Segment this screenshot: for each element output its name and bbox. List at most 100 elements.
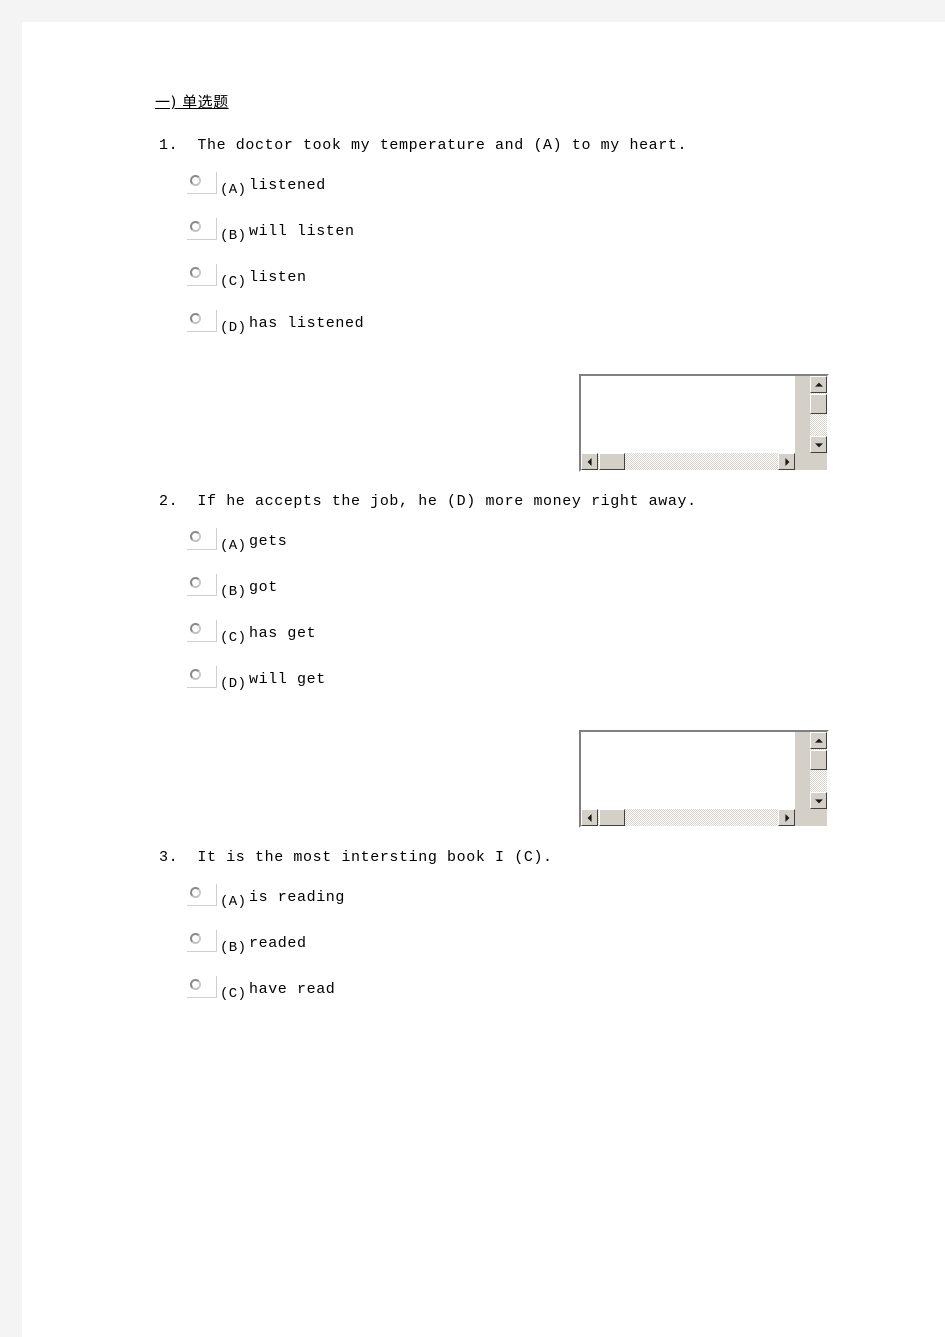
answer-textarea[interactable]: [581, 376, 795, 453]
radio-unchecked-icon[interactable]: [187, 218, 217, 240]
scroll-left-button[interactable]: [581, 809, 598, 826]
radio-unchecked-icon[interactable]: [187, 666, 217, 688]
question-1-option-a[interactable]: (A) listened: [187, 172, 915, 218]
radio-ring: [190, 313, 201, 324]
vertical-scrollbar-thumb[interactable]: [810, 750, 827, 770]
vertical-scrollbar[interactable]: [810, 376, 827, 453]
option-label: listened: [249, 177, 326, 194]
question-2-text: 2. If he accepts the job, he (D) more mo…: [159, 490, 915, 514]
scroll-up-button[interactable]: [810, 376, 827, 393]
triangle-down-icon: [814, 798, 823, 803]
question-3-option-c[interactable]: (C) have read: [187, 976, 915, 1022]
radio-ring: [190, 979, 201, 990]
triangle-down-icon: [814, 442, 823, 447]
option-label: has get: [249, 625, 317, 642]
option-letter: (A): [220, 538, 247, 554]
question-2-option-b[interactable]: (B) got: [187, 574, 915, 620]
question-1-text: 1. The doctor took my temperature and (A…: [159, 134, 915, 158]
option-label: has listened: [249, 315, 365, 332]
option-letter: (A): [220, 894, 247, 910]
question-3-number: 3.: [159, 849, 179, 866]
radio-ring: [190, 267, 201, 278]
question-3: 3. It is the most intersting book I (C).…: [155, 846, 915, 1022]
option-label: will get: [249, 671, 326, 688]
radio-ring: [190, 933, 201, 944]
radio-unchecked-icon[interactable]: [187, 574, 217, 596]
radio-unchecked-icon[interactable]: [187, 930, 217, 952]
question-1-option-b[interactable]: (B) will listen: [187, 218, 915, 264]
question-2-option-d[interactable]: (D) will get: [187, 666, 915, 712]
radio-unchecked-icon[interactable]: [187, 884, 217, 906]
triangle-up-icon: [814, 738, 823, 743]
triangle-up-icon: [814, 382, 823, 387]
answer-textarea-frame[interactable]: [579, 730, 829, 828]
horizontal-scrollbar[interactable]: [581, 453, 795, 470]
question-3-option-a[interactable]: (A) is reading: [187, 884, 915, 930]
option-letter: (B): [220, 584, 247, 600]
scrollbar-corner: [810, 453, 827, 470]
option-letter: (D): [220, 676, 247, 692]
question-3-options: (A) is reading (B) readed (C) have read: [155, 884, 915, 1022]
radio-ring: [190, 623, 201, 634]
exam-content: 一) 单选题 1. The doctor took my temperature…: [155, 92, 915, 1032]
scroll-up-button[interactable]: [810, 732, 827, 749]
radio-unchecked-icon[interactable]: [187, 172, 217, 194]
radio-unchecked-icon[interactable]: [187, 620, 217, 642]
question-2-option-a[interactable]: (A) gets: [187, 528, 915, 574]
option-letter: (D): [220, 320, 247, 336]
option-label: is reading: [249, 889, 346, 906]
answer-textarea-frame[interactable]: [579, 374, 829, 472]
radio-ring: [190, 577, 201, 588]
vertical-scrollbar[interactable]: [810, 732, 827, 809]
question-1: 1. The doctor took my temperature and (A…: [155, 134, 915, 476]
option-label: readed: [249, 935, 307, 952]
question-3-body: It is the most intersting book I (C).: [197, 849, 553, 866]
question-1-option-d[interactable]: (D) has listened: [187, 310, 915, 356]
page-outer-frame-top: [0, 0, 945, 22]
radio-ring: [190, 221, 201, 232]
question-2-body: If he accepts the job, he (D) more money…: [197, 493, 697, 510]
question-2: 2. If he accepts the job, he (D) more mo…: [155, 490, 915, 832]
page-outer-frame-left: [0, 0, 22, 1337]
radio-unchecked-icon[interactable]: [187, 264, 217, 286]
horizontal-scrollbar-thumb[interactable]: [599, 453, 625, 470]
question-1-option-c[interactable]: (C) listen: [187, 264, 915, 310]
radio-unchecked-icon[interactable]: [187, 310, 217, 332]
radio-unchecked-icon[interactable]: [187, 528, 217, 550]
option-label: got: [249, 579, 278, 596]
question-1-answer-area: [155, 374, 915, 476]
option-letter: (C): [220, 274, 247, 290]
vertical-scrollbar-thumb[interactable]: [810, 394, 827, 414]
triangle-left-icon: [587, 457, 592, 466]
horizontal-scrollbar-thumb[interactable]: [599, 809, 625, 826]
triangle-right-icon: [784, 813, 789, 822]
question-1-body: The doctor took my temperature and (A) t…: [197, 137, 688, 154]
section-title: 一) 单选题: [155, 93, 229, 111]
scroll-down-button[interactable]: [810, 436, 827, 453]
radio-unchecked-icon[interactable]: [187, 976, 217, 998]
document-page: 一) 单选题 1. The doctor took my temperature…: [22, 22, 945, 1337]
option-label: gets: [249, 533, 288, 550]
radio-ring: [190, 175, 201, 186]
radio-ring: [190, 531, 201, 542]
option-letter: (B): [220, 940, 247, 956]
question-1-options: (A) listened (B) will listen (C) listen …: [155, 172, 915, 356]
option-letter: (C): [220, 630, 247, 646]
option-label: have read: [249, 981, 336, 998]
horizontal-scrollbar[interactable]: [581, 809, 795, 826]
question-1-number: 1.: [159, 137, 179, 154]
question-2-options: (A) gets (B) got (C) has get (D) will ge: [155, 528, 915, 712]
question-3-text: 3. It is the most intersting book I (C).: [159, 846, 915, 870]
radio-ring: [190, 669, 201, 680]
question-2-option-c[interactable]: (C) has get: [187, 620, 915, 666]
answer-textarea[interactable]: [581, 732, 795, 809]
scroll-right-button[interactable]: [778, 809, 795, 826]
scroll-down-button[interactable]: [810, 792, 827, 809]
question-2-number: 2.: [159, 493, 179, 510]
option-letter: (C): [220, 986, 247, 1002]
question-3-option-b[interactable]: (B) readed: [187, 930, 915, 976]
option-letter: (B): [220, 228, 247, 244]
scroll-right-button[interactable]: [778, 453, 795, 470]
radio-ring: [190, 887, 201, 898]
scroll-left-button[interactable]: [581, 453, 598, 470]
